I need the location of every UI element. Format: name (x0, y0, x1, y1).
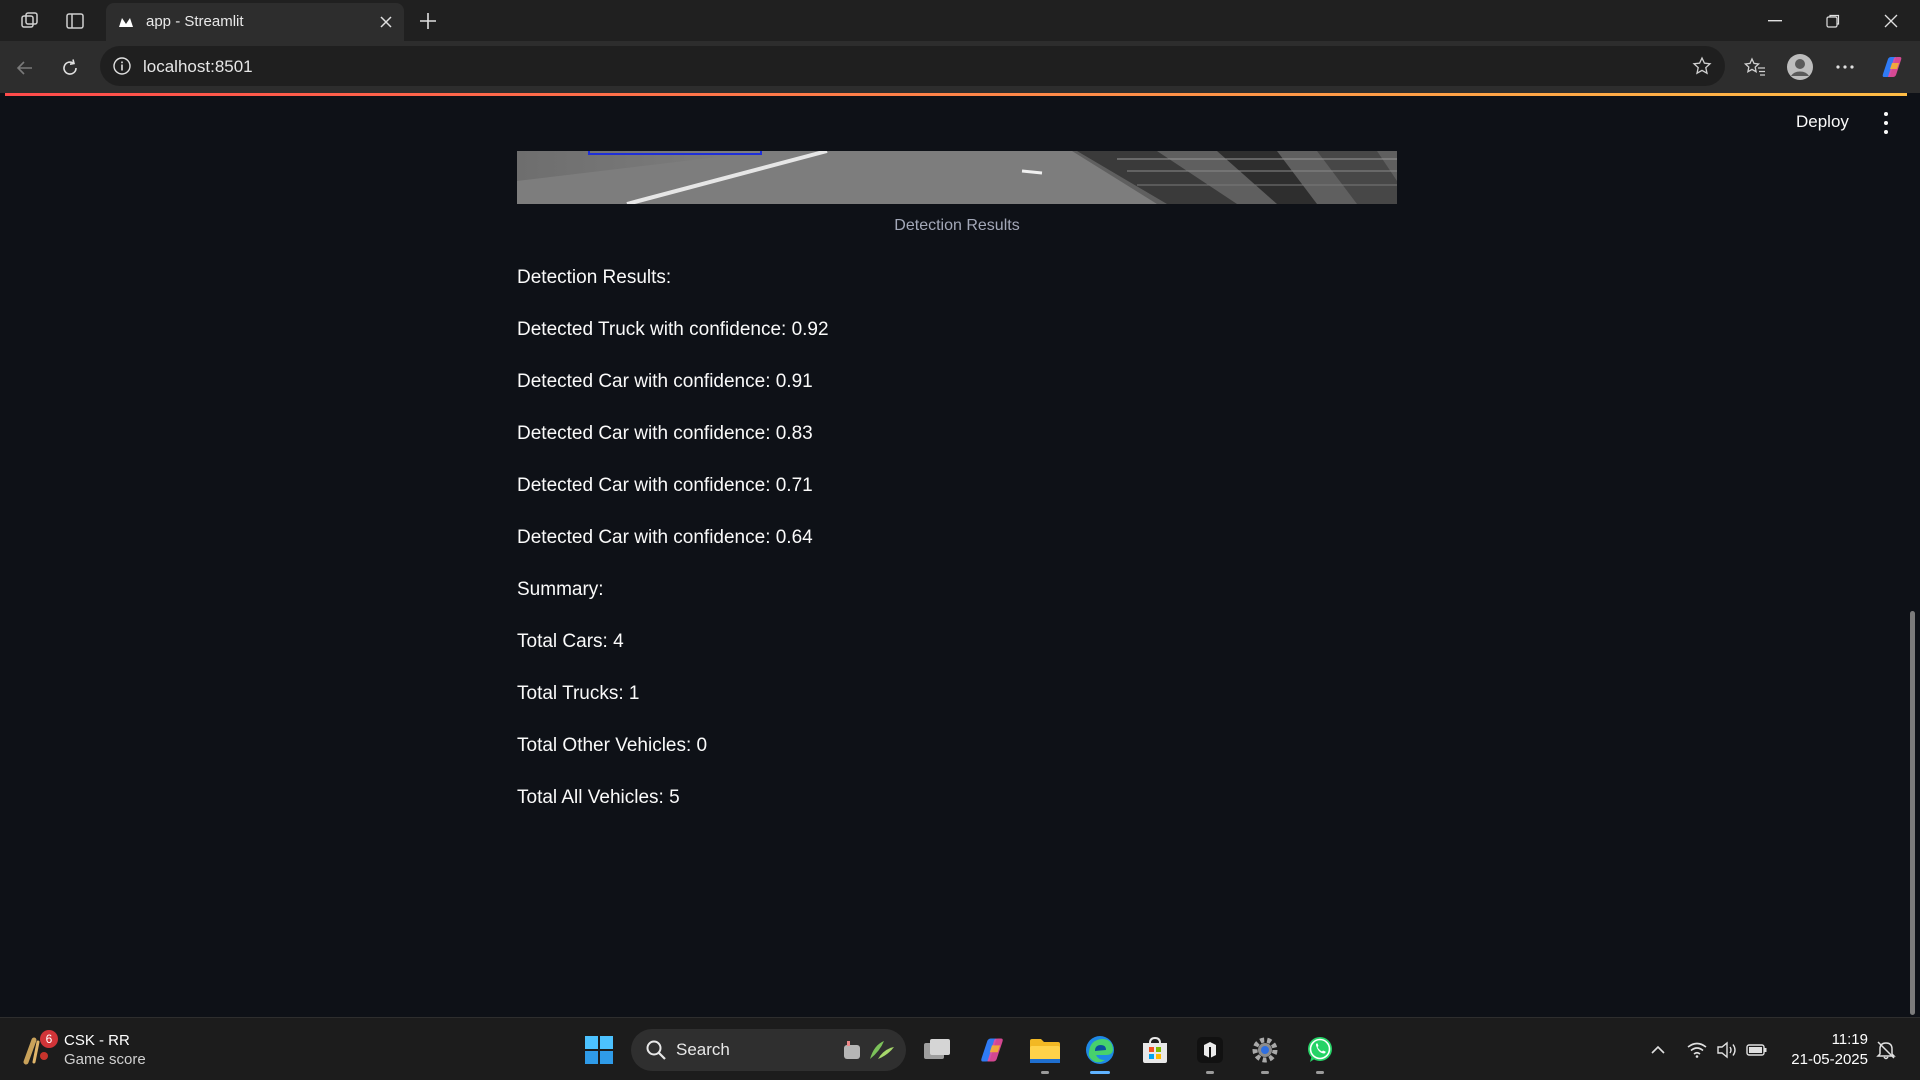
image-caption: Detection Results (894, 217, 1020, 234)
tab-title: app - Streamlit (146, 13, 244, 30)
close-window-icon[interactable] (1868, 6, 1914, 36)
header-decoration-bar (5, 93, 1912, 96)
results-heading: Detection Results: (517, 267, 672, 288)
settings-gear-icon[interactable] (1247, 1032, 1283, 1074)
new-tab-icon[interactable] (414, 7, 442, 35)
main-menu-icon[interactable] (1878, 112, 1894, 134)
minimize-icon[interactable] (1752, 6, 1798, 36)
back-icon[interactable] (10, 53, 40, 83)
browser-tab-active[interactable]: app - Streamlit (106, 3, 404, 41)
summary-heading: Summary: (517, 579, 604, 600)
streamlit-app: Deploy Detection Results Detection Resul… (5, 93, 1912, 1017)
favorites-icon[interactable] (1740, 52, 1770, 82)
widgets-button[interactable]: 6 CSK - RR Game score (20, 1030, 170, 1070)
browser-toolbar: localhost:8501 (0, 41, 1920, 93)
summary-total-trucks: Total Trucks: 1 (517, 683, 640, 704)
workspaces-icon[interactable] (17, 8, 43, 34)
site-info-icon[interactable] (112, 56, 132, 76)
edge-browser-icon[interactable] (1082, 1032, 1118, 1074)
summary-total-other: Total Other Vehicles: 0 (517, 735, 708, 756)
deploy-button[interactable]: Deploy (1790, 110, 1855, 134)
reload-icon[interactable] (55, 53, 85, 83)
show-hidden-icons-icon[interactable] (1646, 1038, 1670, 1062)
notification-bell-icon[interactable] (1874, 1038, 1898, 1062)
profile-avatar-icon[interactable] (1785, 52, 1815, 82)
clock-time: 11:19 (1831, 1031, 1868, 1048)
streamlit-favicon-icon (116, 12, 136, 32)
volume-icon[interactable] (1715, 1038, 1739, 1062)
windows-taskbar: 6 CSK - RR Game score Search 11:19 21-05… (0, 1017, 1920, 1080)
close-tab-icon[interactable] (376, 12, 396, 32)
widget-title: CSK - RR (64, 1032, 130, 1049)
battery-icon[interactable] (1745, 1038, 1769, 1062)
search-icon (645, 1039, 667, 1061)
widget-subtitle: Game score (64, 1051, 146, 1068)
copilot-taskbar-icon[interactable] (974, 1032, 1010, 1068)
more-options-icon[interactable] (1830, 52, 1860, 82)
copilot-icon[interactable] (1877, 52, 1907, 82)
start-windows-icon[interactable] (581, 1032, 617, 1068)
detection-result-image (517, 151, 1397, 204)
search-label: Search (676, 1040, 730, 1059)
whatsapp-icon[interactable] (1302, 1032, 1338, 1074)
scrollbar-thumb[interactable] (1910, 611, 1915, 1015)
wifi-icon[interactable] (1685, 1038, 1709, 1062)
system-clock[interactable]: 11:19 21-05-2025 (1772, 1030, 1868, 1070)
detection-line: Detected Car with confidence: 0.71 (517, 475, 813, 496)
taskbar-search[interactable]: Search (631, 1029, 906, 1071)
favorite-star-icon[interactable] (1691, 55, 1713, 77)
file-explorer-icon[interactable] (1027, 1032, 1063, 1074)
widget-badge: 6 (40, 1030, 58, 1048)
summary-total-cars: Total Cars: 4 (517, 631, 624, 652)
detection-line: Detected Car with confidence: 0.83 (517, 423, 813, 444)
terminal-app-icon[interactable] (1192, 1032, 1228, 1074)
detection-line: Detected Truck with confidence: 0.92 (517, 319, 829, 340)
summary-total-all: Total All Vehicles: 5 (517, 787, 680, 808)
detection-line: Detected Car with confidence: 0.91 (517, 371, 813, 392)
detection-results-block: Detection Results: Detected Truck with c… (517, 266, 829, 838)
address-bar[interactable]: localhost:8501 (100, 46, 1725, 86)
url-text: localhost:8501 (143, 57, 253, 76)
microsoft-store-icon[interactable] (1137, 1032, 1173, 1068)
vertical-tabs-icon[interactable] (62, 8, 88, 34)
restore-icon[interactable] (1810, 6, 1856, 36)
page-scrollbar[interactable] (1907, 93, 1920, 1017)
detection-line: Detected Car with confidence: 0.64 (517, 527, 813, 548)
search-highlight-icon (840, 1037, 896, 1063)
task-view-icon[interactable] (919, 1032, 955, 1068)
clock-date: 21-05-2025 (1791, 1051, 1868, 1068)
browser-tabstrip: app - Streamlit (0, 0, 1920, 41)
